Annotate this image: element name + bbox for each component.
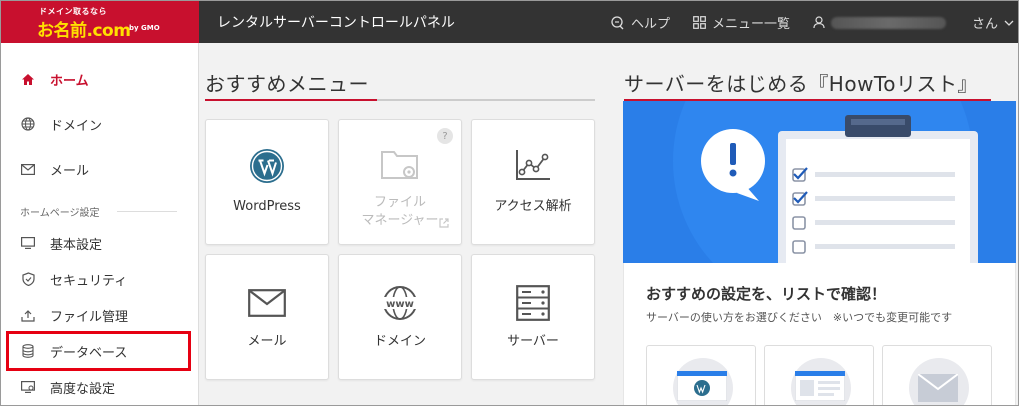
help-label: ヘルプ — [631, 17, 671, 32]
app-frame: ドメイン取るなら お名前.com by GMO レンタルサーバーコントロールパネ… — [0, 0, 1019, 406]
envelope-icon — [918, 374, 958, 402]
mail-icon — [20, 161, 36, 177]
howto-heading: おすすめの設定を、リストで確認！ — [646, 285, 887, 303]
card-domain[interactable]: www ドメイン — [338, 254, 462, 380]
sidebar-item-label: メール — [50, 163, 90, 179]
recommend-underline-accent — [205, 99, 377, 101]
server-icon — [472, 285, 594, 321]
help-link[interactable]: ヘルプ — [611, 13, 670, 32]
upload-icon — [20, 307, 36, 323]
howto-option-wordpress[interactable] — [646, 345, 756, 405]
globe-icon — [20, 116, 36, 132]
sidebar-item-security[interactable]: セキュリティ — [1, 261, 199, 297]
brand-logo[interactable]: ドメイン取るなら お名前.com by GMO — [1, 1, 199, 43]
shield-icon — [20, 271, 36, 287]
home-icon — [20, 71, 36, 87]
menu-list-link[interactable]: メニュー一覧 — [693, 13, 790, 32]
howto-option-mail[interactable] — [882, 345, 992, 405]
wordpress-icon — [206, 148, 328, 184]
sidebar-item-label: ホーム — [50, 73, 89, 89]
howto-body: おすすめの設定を、リストで確認！ サーバーの使い方をお選びください ※いつでも変… — [623, 263, 1016, 405]
advanced-settings-icon — [20, 379, 36, 395]
help-badge[interactable]: ? — [437, 128, 453, 144]
section-label-homepage: ホームページ設定 — [20, 208, 100, 219]
howto-title: サーバーをはじめる『HowToリスト』 — [624, 72, 978, 96]
app-title: レンタルサーバーコントロールパネル — [217, 15, 455, 31]
card-access-analytics[interactable]: アクセス解析 — [471, 119, 595, 245]
card-label-text: ファイル マネージャー — [361, 195, 439, 228]
svg-text:www: www — [386, 299, 414, 310]
website-browser-icon — [795, 371, 845, 401]
sidebar-item-domain[interactable]: ドメイン — [1, 106, 199, 142]
card-label: ドメイン — [373, 334, 426, 349]
card-label: ファイル マネージャー — [339, 194, 461, 230]
chevron-down-icon — [1004, 20, 1014, 26]
checklist-illustration — [673, 101, 978, 263]
sidebar-item-mail[interactable]: メール — [1, 151, 199, 187]
sidebar-item-label: ファイル管理 — [50, 309, 129, 325]
sidebar-item-basic-settings[interactable]: 基本設定 — [1, 225, 199, 261]
section-divider — [117, 211, 177, 212]
card-label: アクセス解析 — [494, 199, 572, 214]
recommend-title: おすすめメニュー — [205, 72, 369, 96]
user-menu[interactable]: さん — [813, 13, 1014, 32]
sidebar-item-advanced-settings[interactable]: 高度な設定 — [1, 369, 199, 405]
card-label: サーバー — [507, 334, 559, 349]
database-highlight-box — [6, 331, 191, 371]
analytics-icon — [472, 148, 594, 182]
sidebar-item-label: 高度な設定 — [50, 381, 116, 397]
howto-option-website[interactable] — [764, 345, 874, 405]
sidebar-item-label: 基本設定 — [50, 237, 103, 253]
monitor-icon — [20, 235, 36, 251]
logo-by: by GMO — [129, 24, 160, 32]
card-mail[interactable]: メール — [205, 254, 329, 380]
card-server[interactable]: サーバー — [471, 254, 595, 380]
howto-subtext: サーバーの使い方をお選びください ※いつでも変更可能です — [646, 311, 953, 324]
top-bar: レンタルサーバーコントロールパネル ヘルプ メニュー一覧 さん — [199, 1, 1018, 43]
user-icon — [813, 16, 825, 29]
www-globe-icon: www — [339, 285, 461, 321]
sidebar-item-file-management[interactable]: ファイル管理 — [1, 297, 199, 333]
card-file-manager[interactable]: ? ファイル マネージャー — [338, 119, 462, 245]
sidebar-item-label: ドメイン — [50, 118, 103, 134]
card-label: WordPress — [233, 199, 301, 214]
sidebar-item-home[interactable]: ホーム — [1, 61, 199, 97]
sidebar: ホーム ドメイン メール ホームページ設定 基本設定 セキュリティ ファイル管理… — [1, 43, 199, 405]
external-link-icon — [439, 218, 449, 228]
sidebar-item-label: セキュリティ — [50, 273, 128, 289]
user-suffix: さん — [972, 17, 999, 32]
user-name-redacted — [831, 16, 946, 29]
chat-help-icon — [611, 15, 624, 29]
grid-icon — [693, 16, 706, 29]
logo-brand: お名前.com — [37, 21, 131, 41]
card-wordpress[interactable]: WordPress — [205, 119, 329, 245]
folder-settings-icon — [339, 148, 461, 182]
mail-icon — [206, 289, 328, 317]
wordpress-browser-icon — [677, 371, 727, 401]
menu-list-label: メニュー一覧 — [712, 17, 791, 32]
card-label: メール — [247, 334, 287, 349]
howto-hero-illustration[interactable] — [623, 101, 1016, 263]
